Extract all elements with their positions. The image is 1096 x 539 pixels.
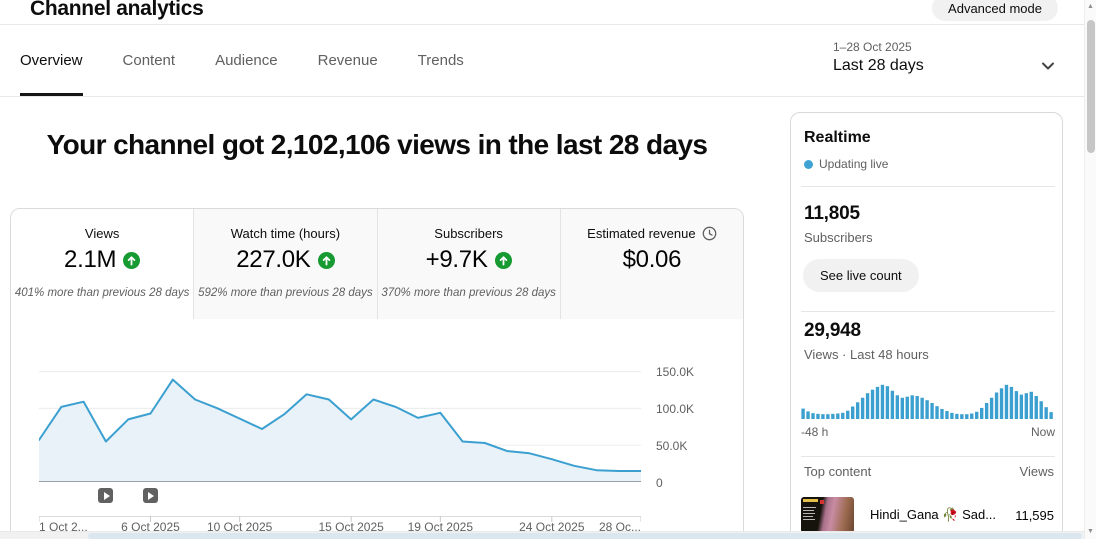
- horizontal-scrollbar-thumb[interactable]: [88, 533, 1082, 539]
- realtime-subscribers-count: 11,805: [804, 203, 860, 225]
- metric-card-views[interactable]: Views 2.1M 401% more than previous 28 da…: [11, 209, 194, 319]
- y-axis-tick-label: 0: [656, 476, 663, 490]
- play-icon[interactable]: [98, 488, 113, 503]
- axis-right-label: Now: [1031, 425, 1055, 439]
- tab-trends[interactable]: Trends: [418, 25, 464, 96]
- date-range-label: Last 28 days: [833, 57, 1058, 75]
- top-header-bar: Channel analytics Advanced mode: [0, 0, 1096, 25]
- scroll-down-arrow-icon[interactable]: ▼: [1085, 526, 1096, 538]
- axis-left-label: -48 h: [801, 425, 828, 439]
- metric-delta: 592% more than previous 28 days: [194, 287, 376, 299]
- y-axis-tick-label: 150.0K: [656, 365, 694, 379]
- live-dot-icon: [804, 160, 813, 169]
- realtime-title: Realtime: [804, 129, 871, 147]
- video-views: 11,595: [1015, 508, 1054, 523]
- channel-analytics-page: Channel analytics Advanced mode Overview…: [0, 0, 1096, 539]
- metric-card-row: Views 2.1M 401% more than previous 28 da…: [11, 209, 743, 319]
- tab-revenue[interactable]: Revenue: [318, 25, 378, 96]
- play-icon[interactable]: [143, 488, 158, 503]
- metric-label: Estimated revenue: [587, 226, 695, 241]
- updating-live-status: Updating live: [804, 157, 888, 171]
- realtime-subscribers-label: Subscribers: [804, 230, 873, 245]
- metric-delta: 370% more than previous 28 days: [378, 287, 560, 299]
- metric-value: +9.7K: [426, 246, 488, 274]
- page-title: Channel analytics: [30, 0, 203, 21]
- metric-label: Views: [11, 226, 193, 241]
- realtime-axis-labels: -48 h Now: [801, 425, 1055, 439]
- views-line-chart[interactable]: [39, 361, 641, 482]
- top-content-header: Top content: [804, 464, 871, 479]
- see-live-count-button[interactable]: See live count: [803, 259, 919, 292]
- date-range-text: 1–28 Oct 2025: [833, 40, 1058, 54]
- date-range-picker[interactable]: 1–28 Oct 2025 Last 28 days: [833, 40, 1058, 88]
- realtime-views-count: 29,948: [804, 320, 861, 342]
- horizontal-scrollbar[interactable]: [0, 531, 1084, 539]
- y-axis-labels: 050.0K100.0K150.0K: [656, 361, 736, 482]
- tab-audience[interactable]: Audience: [215, 25, 278, 96]
- advanced-mode-button[interactable]: Advanced mode: [932, 0, 1058, 21]
- top-content-header-row: Top content Views: [804, 464, 1054, 479]
- top-content-item[interactable]: Hindi_Gana 🥀 Sad... 11,595: [801, 496, 1054, 534]
- metric-card-watch-time[interactable]: Watch time (hours) 227.0K 592% more than…: [194, 209, 377, 319]
- vertical-scrollbar[interactable]: ▲ ▼: [1084, 0, 1096, 539]
- metric-card-estimated-revenue[interactable]: Estimated revenue $0.06: [561, 209, 743, 319]
- tab-content[interactable]: Content: [123, 25, 176, 96]
- vertical-scrollbar-thumb[interactable]: [1087, 20, 1095, 153]
- divider: [801, 456, 1055, 457]
- video-publish-markers: [39, 488, 641, 504]
- metric-value: 2.1M: [64, 246, 116, 274]
- views-headline: Your channel got 2,102,106 views in the …: [10, 129, 744, 161]
- overview-chart-card: Views 2.1M 401% more than previous 28 da…: [10, 208, 744, 539]
- arrow-up-circle-icon: [495, 252, 512, 269]
- metric-delta: 401% more than previous 28 days: [11, 287, 193, 299]
- metric-value: 227.0K: [236, 246, 310, 274]
- metric-value: $0.06: [623, 246, 682, 274]
- scroll-up-arrow-icon[interactable]: ▲: [1085, 1, 1096, 13]
- top-content-views-header: Views: [1020, 464, 1054, 479]
- metric-label: Watch time (hours): [194, 226, 376, 241]
- chevron-down-icon: [1038, 56, 1058, 76]
- realtime-card: Realtime Updating live 11,805 Subscriber…: [790, 112, 1063, 539]
- tab-overview[interactable]: Overview: [20, 25, 83, 96]
- realtime-views-label: Views · Last 48 hours: [804, 347, 929, 362]
- clock-icon: [702, 226, 717, 241]
- arrow-up-circle-icon: [123, 252, 140, 269]
- y-axis-tick-label: 100.0K: [656, 402, 694, 416]
- arrow-up-circle-icon: [318, 252, 335, 269]
- video-thumbnail: [801, 497, 854, 533]
- metric-card-subscribers[interactable]: Subscribers +9.7K 370% more than previou…: [378, 209, 561, 319]
- updating-live-label: Updating live: [819, 157, 888, 171]
- x-axis-ruler: [39, 511, 641, 519]
- divider: [801, 186, 1055, 187]
- metric-label: Subscribers: [378, 226, 560, 241]
- analytics-tab-bar: Overview Content Audience Revenue Trends…: [0, 25, 1096, 97]
- video-title: Hindi_Gana 🥀 Sad...: [870, 507, 1015, 523]
- divider: [801, 311, 1055, 312]
- tab-list: Overview Content Audience Revenue Trends: [20, 25, 464, 96]
- realtime-bar-chart[interactable]: [801, 381, 1054, 419]
- y-axis-tick-label: 50.0K: [656, 439, 687, 453]
